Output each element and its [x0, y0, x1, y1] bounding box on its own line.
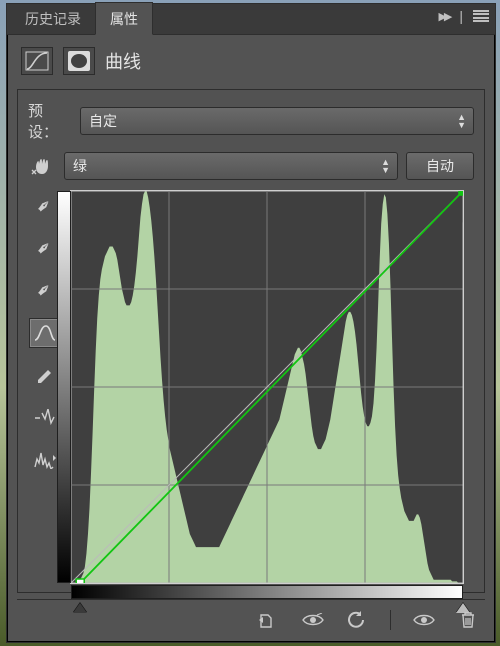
visibility-icon[interactable]: [413, 609, 435, 631]
view-previous-icon[interactable]: [302, 609, 324, 631]
channel-value: 绿: [73, 156, 87, 176]
separator: [390, 610, 391, 630]
auto-button[interactable]: 自动: [406, 152, 474, 180]
properties-panel: 历史记录 属性 ▶▶ | 曲线 预设： 自定 ▲▼ 绿: [6, 3, 496, 643]
vertical-divider: |: [459, 8, 463, 24]
updown-icon: ▲▼: [457, 113, 465, 129]
panel-title-row: 曲线: [7, 35, 495, 85]
preset-value: 自定: [89, 111, 117, 131]
input-gradient: [71, 585, 463, 599]
panel-title: 曲线: [105, 48, 141, 74]
curves-graph[interactable]: [70, 190, 464, 584]
pencil-tool-icon[interactable]: [30, 362, 60, 390]
eyedropper-white-icon[interactable]: ✒: [30, 276, 60, 304]
hand-tool-icon[interactable]: [28, 155, 56, 177]
layer-mask-icon[interactable]: [63, 47, 95, 75]
smooth-tool-icon[interactable]: [30, 404, 60, 432]
curves-icon[interactable]: [21, 47, 53, 75]
trash-icon[interactable]: [457, 609, 479, 631]
graph-area: ✒ ✒ ✒: [28, 190, 474, 584]
preset-label: 预设：: [28, 100, 72, 142]
panel-bottom-bar: [17, 599, 485, 634]
preset-select[interactable]: 自定 ▲▼: [80, 107, 474, 135]
eyedropper-black-icon[interactable]: ✒: [30, 192, 60, 220]
tab-properties[interactable]: 属性: [95, 2, 153, 35]
reset-icon[interactable]: [346, 609, 368, 631]
output-gradient: [57, 191, 71, 583]
histogram-clip-icon[interactable]: [30, 446, 60, 474]
collapse-icon[interactable]: ▶▶: [438, 10, 449, 23]
channel-row: 绿 ▲▼ 自动: [28, 152, 474, 180]
preset-row: 预设： 自定 ▲▼: [28, 100, 474, 142]
panel-tabs: 历史记录 属性 ▶▶ |: [7, 4, 495, 35]
flyout-menu-icon[interactable]: [473, 10, 489, 22]
eyedropper-gray-icon[interactable]: ✒: [30, 234, 60, 262]
updown-icon: ▲▼: [381, 158, 389, 174]
curves-svg[interactable]: [71, 191, 463, 583]
graph-wrap: [70, 190, 474, 584]
tab-history[interactable]: 历史记录: [11, 3, 95, 34]
clip-to-layer-icon[interactable]: [258, 609, 280, 631]
curves-subpanel: 预设： 自定 ▲▼ 绿 ▲▼ 自动 ✒ ✒ ✒: [17, 89, 485, 593]
channel-select[interactable]: 绿 ▲▼: [64, 152, 398, 180]
